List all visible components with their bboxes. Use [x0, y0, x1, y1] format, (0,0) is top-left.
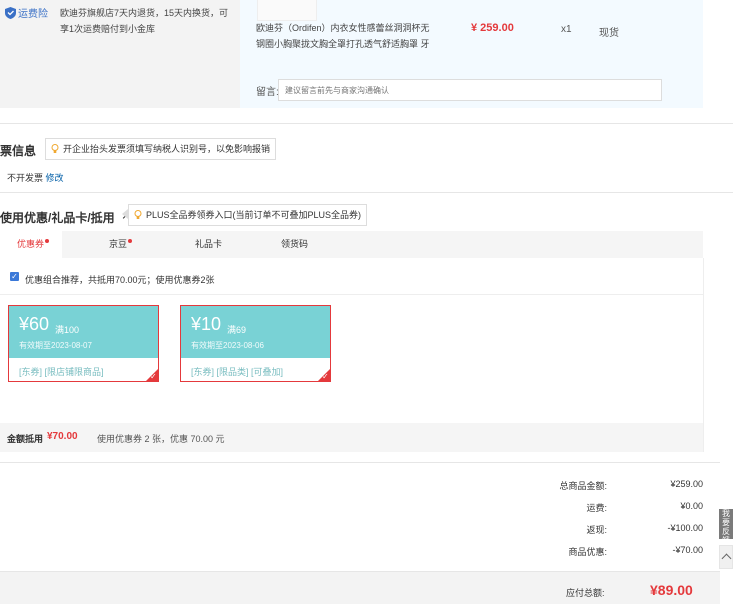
notification-dot: [128, 239, 133, 243]
divider: [0, 462, 720, 463]
discount-summary-label: 金额抵用: [7, 434, 44, 444]
shipping-insurance-label: 运费险: [18, 9, 48, 20]
tab-label: 京豆: [109, 239, 128, 249]
coupon-amount: ¥60: [19, 314, 50, 334]
product-stock-status: 现货: [599, 28, 619, 39]
discount-summary-amount: ¥70.00: [47, 431, 78, 442]
tab-redeem-code[interactable]: 领货码: [281, 231, 308, 258]
notification-dot: [45, 239, 50, 243]
total-label: 总商品金额:: [559, 481, 607, 491]
lightbulb-icon: [51, 144, 59, 153]
payable-label: 应付总额:: [566, 588, 605, 598]
tab-label: 礼品卡: [195, 239, 223, 249]
divider: [0, 192, 733, 193]
shipping-insurance-text: 欧迪芬旗舰店7天内退货，15天内换货，可享1次运费赔付到小金库: [60, 8, 229, 34]
lightbulb-icon: [134, 210, 142, 219]
tab-label: 领货码: [281, 239, 309, 249]
combo-recommend-text: 优惠组合推荐，共抵用70.00元；使用优惠券2张: [25, 275, 215, 285]
coupon-card[interactable]: ¥10 满69 有效期至2023-08-06 [东券] [限品类] [可叠加] …: [180, 305, 331, 382]
product-discount-value: -¥70.00: [672, 545, 703, 555]
shipping-fee-label: 运费:: [586, 503, 607, 513]
discount-summary-bar: 金额抵用 ¥70.00 使用优惠券 2 张，优惠 70.00 元: [0, 423, 704, 452]
discount-section-title[interactable]: 使用优惠/礼品卡/抵用: [0, 209, 132, 226]
cashback-label: 返现:: [586, 525, 607, 535]
invoice-edit-link[interactable]: 修改: [46, 173, 64, 183]
coupon-condition: 满100: [55, 325, 80, 335]
invoice-tip-text: 开企业抬头发票须填写纳税人识别号，以免影响报销: [63, 143, 271, 154]
coupon-tags: [东券] [限品类] [可叠加]: [191, 367, 284, 377]
payable-bar: 应付总额: ¥89.00: [0, 571, 720, 604]
coupon-card[interactable]: ¥60 满100 有效期至2023-08-07 [东券] [限店铺限商品] ✓: [8, 305, 159, 382]
selected-check-icon: ✓: [317, 368, 331, 382]
plus-coupon-entry[interactable]: PLUS全品券领券入口(当前订单不可叠加PLUS全品券): [128, 204, 368, 226]
product-image[interactable]: [257, 0, 317, 21]
discount-summary-desc: 使用优惠券 2 张，优惠 70.00 元: [97, 434, 225, 444]
memo-label: 留言:: [256, 87, 279, 98]
memo-input[interactable]: [278, 79, 662, 101]
coupon-tags: [东券] [限店铺限商品]: [19, 367, 104, 377]
total-value: ¥259.00: [670, 479, 703, 489]
feedback-side-tab[interactable]: 我要反馈: [719, 509, 733, 545]
payable-amount: ¥89.00: [650, 582, 693, 598]
shield-icon: [5, 6, 16, 19]
discount-tabs: 优惠券 京豆 礼品卡 领货码: [0, 231, 703, 258]
product-price: ¥ 259.00: [471, 22, 514, 34]
discount-section-label: 使用优惠/礼品卡/抵用: [0, 211, 115, 225]
tab-coupons[interactable]: 优惠券: [0, 231, 62, 258]
divider: [0, 123, 733, 124]
tab-jingdou[interactable]: 京豆: [109, 231, 133, 258]
product-discount-label: 商品优惠:: [568, 547, 607, 557]
back-to-top-button[interactable]: [719, 545, 733, 569]
selected-check-icon: ✓: [145, 368, 159, 382]
shipping-fee-value: ¥0.00: [680, 501, 703, 511]
product-name[interactable]: 欧迪芬（Ordifen）内衣女性感蕾丝洞洞杯无钢圈小胸聚拢文胸全罩打孔透气舒适胸…: [256, 20, 436, 52]
chevron-up-icon: [721, 553, 732, 564]
product-quantity: x1: [561, 24, 572, 35]
tab-gift-card[interactable]: 礼品卡: [195, 231, 222, 258]
coupon-condition: 满69: [227, 325, 247, 335]
combo-recommend-checkbox[interactable]: ✓: [10, 272, 19, 281]
invoice-type: 不开发票: [7, 173, 44, 183]
divider: [0, 294, 703, 295]
coupon-amount: ¥10: [191, 314, 222, 334]
invoice-value: 不开发票 修改: [7, 171, 64, 184]
invoice-tip: 开企业抬头发票须填写纳税人识别号，以免影响报销: [45, 138, 277, 160]
cashback-value: -¥100.00: [667, 523, 703, 533]
invoice-section-title: 票信息: [0, 144, 37, 158]
shipping-insurance-badge[interactable]: 运费险: [5, 5, 48, 20]
coupon-validity: 有效期至2023-08-07: [19, 341, 92, 350]
tab-label: 优惠券: [17, 239, 45, 249]
coupon-validity: 有效期至2023-08-06: [191, 341, 264, 350]
plus-coupon-text: PLUS全品券领券入口(当前订单不可叠加PLUS全品券): [146, 209, 362, 220]
